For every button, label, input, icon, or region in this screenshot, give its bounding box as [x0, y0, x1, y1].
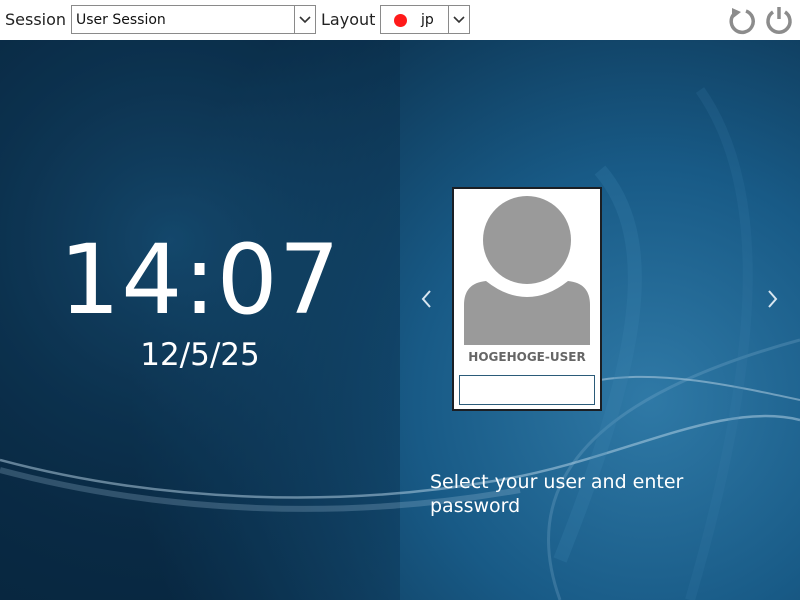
user-avatar-icon — [464, 196, 590, 345]
clock-date: 12/5/25 — [140, 337, 260, 373]
user-name: HOGEHOGE-USER — [468, 350, 586, 364]
password-input[interactable] — [459, 375, 595, 405]
previous-user-button[interactable] — [419, 288, 433, 310]
next-user-button[interactable] — [766, 288, 780, 310]
chevron-down-icon[interactable] — [294, 6, 315, 33]
restart-icon — [729, 8, 755, 34]
layout-dropdown-value: jp — [421, 12, 434, 28]
chevron-down-icon[interactable] — [448, 6, 469, 33]
session-dropdown-value: User Session — [76, 12, 166, 28]
user-card[interactable]: HOGEHOGE-USER — [452, 187, 602, 411]
chevron-left-icon — [421, 290, 431, 308]
session-dropdown[interactable]: User Session — [71, 5, 316, 34]
power-button[interactable] — [764, 4, 794, 36]
top-bar: Session User Session Layout jp — [0, 0, 800, 40]
chevron-right-icon — [768, 290, 778, 308]
power-icon — [766, 7, 792, 34]
clock-time: 14:07 — [59, 224, 341, 336]
layout-label: Layout — [321, 10, 376, 29]
session-label: Session — [5, 10, 67, 29]
red-dot-icon — [394, 14, 407, 27]
login-prompt: Select your user and enter password — [430, 471, 684, 517]
layout-dropdown[interactable]: jp — [380, 5, 470, 34]
restart-button[interactable] — [726, 4, 756, 36]
